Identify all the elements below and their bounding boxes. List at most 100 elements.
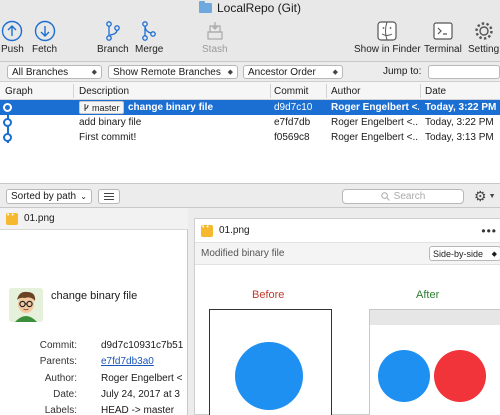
file-name: 01.png (24, 213, 55, 224)
row-description: add binary file (79, 117, 142, 128)
chevron-updown-icon: ◆ (491, 250, 497, 258)
row-date: Today, 3:22 PM (425, 102, 497, 113)
row-author: Roger Engelbert <... (331, 117, 419, 128)
parent-link[interactable]: e7fd7db3a0 (101, 356, 188, 367)
window-title: LocalRepo (Git) (216, 1, 302, 15)
avatar (9, 288, 43, 322)
file-icon (6, 212, 18, 225)
before-label: Before (252, 289, 285, 301)
file-icon (201, 224, 213, 237)
table-row[interactable]: master change binary file d9d7c10 Roger … (0, 100, 500, 115)
sort-dropdown-value: Sorted by path (11, 191, 77, 202)
file-list-item[interactable]: 01.png (0, 208, 188, 230)
diff-pane: 01.png ••• Modified binary file Side-by-… (188, 208, 500, 415)
row-description: change binary file (128, 102, 214, 113)
stash-icon (204, 18, 226, 44)
list-view-button[interactable] (98, 189, 120, 204)
date-label: Date: (53, 389, 77, 400)
table-row[interactable]: add binary file e7fd7db Roger Engelbert … (0, 115, 500, 130)
chevron-down-icon: ▼ (488, 193, 496, 200)
header-author[interactable]: Author (331, 86, 360, 97)
search-input[interactable]: Search (342, 189, 464, 204)
jump-to-label: Jump to: (383, 66, 422, 77)
author-value: Roger Engelbert < (101, 373, 183, 384)
diff-card-subheader: Modified binary file Side-by-side ◆ (195, 243, 500, 265)
chevron-down-icon: ⌄ (80, 192, 87, 201)
header-date[interactable]: Date (425, 86, 446, 97)
row-date: Today, 3:22 PM (425, 117, 494, 128)
red-circle (434, 350, 486, 402)
branches-dropdown[interactable]: All Branches ◆ (7, 65, 102, 79)
row-description: First commit! (79, 132, 137, 143)
filter-bar: All Branches ◆ Show Remote Branches ◆ An… (0, 62, 500, 82)
header-graph[interactable]: Graph (5, 86, 33, 97)
graph-node (3, 118, 12, 127)
column-divider[interactable] (270, 84, 271, 98)
table-row[interactable]: First commit! f0569c8 Roger Engelbert <.… (0, 130, 500, 145)
merge-icon (141, 18, 157, 44)
header-description[interactable]: Description (79, 86, 129, 97)
push-button[interactable]: Push (1, 18, 24, 55)
sort-dropdown[interactable]: Sorted by path ⌄ (6, 189, 92, 204)
branch-label: Branch (97, 44, 129, 55)
blue-circle (235, 342, 303, 410)
blue-circle (378, 350, 430, 402)
chevron-updown-icon: ◆ (227, 69, 233, 76)
graph-node (3, 133, 12, 142)
commit-message: change binary file (51, 290, 138, 302)
column-divider[interactable] (420, 84, 421, 98)
after-label: After (416, 289, 440, 301)
merge-button[interactable]: Merge (135, 18, 163, 55)
row-commit: e7fd7db (274, 117, 311, 128)
diff-mode-dropdown[interactable]: Side-by-side ◆ (429, 246, 500, 261)
gear-icon: ⚙ (474, 188, 487, 204)
more-icon[interactable]: ••• (481, 224, 497, 238)
after-image (369, 309, 500, 415)
header-commit[interactable]: Commit (274, 86, 308, 97)
jump-to-input[interactable] (428, 65, 500, 79)
show-in-finder-button[interactable]: Show in Finder (354, 18, 421, 55)
commit-hash: d9d7c10931c7b51 (101, 340, 184, 351)
date-value: July 24, 2017 at 3 (101, 389, 180, 400)
options-button[interactable]: ⚙ ▼ (474, 188, 500, 205)
folder-icon (198, 1, 212, 13)
column-divider[interactable] (73, 84, 74, 98)
row-commit: d9d7c10 (274, 102, 313, 113)
list-icon-line (104, 199, 114, 200)
table-header: Graph Description Commit Author Date (0, 82, 500, 100)
terminal-label: Terminal (424, 44, 462, 55)
row-date: Today, 3:13 PM (425, 132, 494, 143)
branch-tag: master (79, 101, 124, 114)
order-dropdown-value: Ancestor Order (248, 66, 316, 78)
row-commit: f0569c8 (274, 132, 310, 143)
diff-card-header: 01.png ••• (195, 219, 500, 243)
diff-status: Modified binary file (201, 248, 285, 259)
terminal-icon (432, 18, 454, 44)
commit-label: Commit: (39, 340, 77, 351)
fetch-button[interactable]: Fetch (32, 18, 57, 55)
remote-branches-dropdown[interactable]: Show Remote Branches ◆ (108, 65, 238, 79)
branch-tag-label: master (92, 102, 120, 113)
diff-card: 01.png ••• Modified binary file Side-by-… (194, 218, 500, 415)
terminal-button[interactable]: Terminal (424, 18, 462, 55)
fetch-label: Fetch (32, 44, 58, 55)
before-image (209, 309, 332, 415)
branch-button[interactable]: Branch (97, 18, 129, 55)
title-bar: LocalRepo (Git) (0, 0, 500, 16)
diff-file-name: 01.png (219, 225, 250, 236)
chevron-updown-icon: ◆ (332, 69, 338, 76)
branch-icon (84, 104, 89, 111)
remote-dropdown-value: Show Remote Branches (113, 66, 221, 78)
author-label: Author: (44, 373, 77, 384)
push-label: Push (1, 44, 24, 55)
file-details-pane: 01.png change binary file Commit: d9d7c1… (0, 208, 188, 415)
stash-button[interactable]: Stash (202, 18, 228, 55)
gear-icon (473, 18, 495, 44)
settings-button[interactable]: Setting (468, 18, 499, 55)
fetch-icon (34, 18, 56, 44)
order-dropdown[interactable]: Ancestor Order ◆ (243, 65, 343, 79)
list-icon-line (104, 196, 114, 197)
column-divider[interactable] (326, 84, 327, 98)
show-in-finder-label: Show in Finder (354, 44, 421, 55)
image-frame-band (370, 310, 500, 325)
